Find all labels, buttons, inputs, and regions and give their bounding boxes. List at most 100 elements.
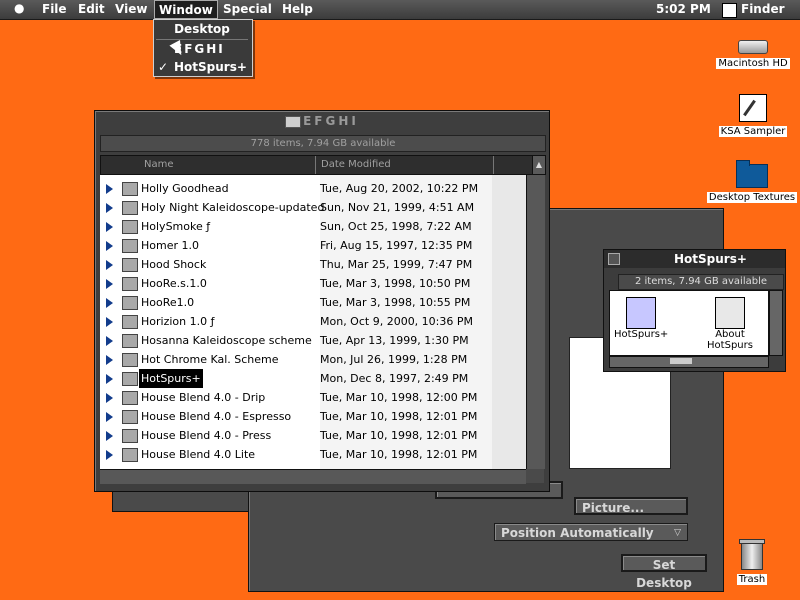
desktop-icon-ksa-sampler[interactable]: KSA Sampler: [716, 94, 790, 137]
disclosure-triangle-icon[interactable]: [106, 336, 113, 346]
disclosure-triangle-icon[interactable]: [106, 260, 113, 270]
table-row[interactable]: House Blend 4.0 Lite Tue, Mar 10, 1998, 1…: [100, 445, 526, 464]
finder-app-icon[interactable]: [722, 3, 737, 18]
table-row[interactable]: Holly Goodhead Tue, Aug 20, 2002, 10:22 P…: [100, 179, 526, 198]
column-header-name[interactable]: Name: [144, 159, 174, 170]
list-column-header: Name Date Modified: [100, 155, 534, 175]
hotspurs-content-area[interactable]: HotSpurs+ About HotSpurs: [609, 290, 769, 356]
disclosure-triangle-icon[interactable]: [106, 431, 113, 441]
menu-bar: ● File Edit View Window Special Help 5:0…: [0, 0, 800, 20]
set-desktop-button[interactable]: Set Desktop: [621, 554, 707, 590]
file-label: HotSpurs+: [614, 329, 669, 340]
row-date: Sun, Oct 25, 1998, 7:22 AM: [320, 220, 472, 233]
disclosure-triangle-icon[interactable]: [106, 203, 113, 213]
menu-clock[interactable]: 5:02 PM: [656, 2, 711, 16]
desktop-icon-desktop-textures[interactable]: Desktop Textures: [706, 160, 798, 203]
disclosure-triangle-icon[interactable]: [106, 184, 113, 194]
column-divider[interactable]: [493, 156, 494, 174]
folder-icon: [122, 220, 138, 234]
file-icon-hotspurs-app[interactable]: HotSpurs+: [614, 297, 668, 340]
document-icon: [715, 297, 745, 329]
sort-direction-button[interactable]: ▲: [532, 155, 546, 175]
table-row[interactable]: HotSpurs+ Mon, Dec 8, 1997, 2:49 PM: [100, 369, 526, 388]
disclosure-triangle-icon[interactable]: [106, 241, 113, 251]
window-menu-item-desktop[interactable]: Desktop: [154, 20, 250, 38]
horizontal-scrollbar[interactable]: [609, 356, 769, 368]
vertical-scrollbar[interactable]: [769, 290, 783, 356]
efghi-folder-window[interactable]: EFGHI 778 items, 7.94 GB available Name …: [94, 110, 550, 492]
row-name: Horizion 1.0 ƒ: [141, 315, 215, 328]
row-date: Mon, Oct 9, 2000, 10:36 PM: [320, 315, 474, 328]
menu-help[interactable]: Help: [282, 2, 313, 16]
folder-icon: [122, 258, 138, 272]
table-row[interactable]: Homer 1.0 Fri, Aug 15, 1997, 12:35 PM: [100, 236, 526, 255]
disclosure-triangle-icon[interactable]: [106, 317, 113, 327]
table-row[interactable]: House Blend 4.0 - Drip Tue, Mar 10, 1998,…: [100, 388, 526, 407]
row-name: HooRe.s.1.0: [141, 277, 207, 290]
disclosure-triangle-icon[interactable]: [106, 298, 113, 308]
desktop-icon-trash[interactable]: Trash: [726, 539, 778, 585]
disclosure-triangle-icon[interactable]: [106, 222, 113, 232]
apple-menu-icon[interactable]: ●: [14, 1, 24, 15]
column-header-date[interactable]: Date Modified: [321, 159, 391, 170]
row-date: Tue, Mar 10, 1998, 12:01 PM: [320, 448, 478, 461]
hotspurs-folder-window[interactable]: HotSpurs+ 2 items, 7.94 GB available Hot…: [603, 249, 786, 372]
menu-view[interactable]: View: [115, 2, 147, 16]
row-name: Homer 1.0: [141, 239, 199, 252]
table-row[interactable]: Hosanna Kaleidoscope scheme Tue, Apr 13, …: [100, 331, 526, 350]
disclosure-triangle-icon[interactable]: [106, 279, 113, 289]
table-row[interactable]: Holy Night Kaleidoscope-updated Sun, Nov …: [100, 198, 526, 217]
row-date: Thu, Mar 25, 1999, 7:47 PM: [320, 258, 473, 271]
table-row[interactable]: House Blend 4.0 - Press Tue, Mar 10, 1998…: [100, 426, 526, 445]
file-label: About HotSpurs: [707, 329, 753, 351]
position-select-value: Position Automatically: [501, 526, 654, 540]
table-row[interactable]: Hood Shock Thu, Mar 25, 1999, 7:47 PM: [100, 255, 526, 274]
menu-file[interactable]: File: [42, 2, 67, 16]
row-date: Tue, Mar 3, 1998, 10:50 PM: [320, 277, 471, 290]
menu-edit[interactable]: Edit: [78, 2, 105, 16]
table-row[interactable]: Horizion 1.0 ƒ Mon, Oct 9, 2000, 10:36 PM: [100, 312, 526, 331]
desktop-icon-label: Macintosh HD: [716, 58, 790, 69]
folder-icon: [122, 201, 138, 215]
row-name: House Blend 4.0 - Press: [141, 429, 272, 442]
resize-handle-icon[interactable]: [526, 469, 544, 483]
horizontal-scrollbar[interactable]: [100, 469, 526, 484]
window-status: 778 items, 7.94 GB available: [100, 135, 546, 152]
window-menu-item-efghi[interactable]: EFGHI: [154, 40, 250, 58]
disclosure-triangle-icon[interactable]: [106, 412, 113, 422]
desktop-icon-macintosh-hd[interactable]: Macintosh HD: [716, 40, 790, 69]
position-select[interactable]: Position Automatically ▽: [494, 523, 688, 541]
table-row[interactable]: House Blend 4.0 - Espresso Tue, Mar 10, 1…: [100, 407, 526, 426]
row-date: Mon, Dec 8, 1997, 2:49 PM: [320, 372, 469, 385]
efghi-title-bar[interactable]: EFGHI: [95, 111, 549, 131]
vertical-scrollbar[interactable]: [526, 175, 545, 469]
picture-button[interactable]: Picture...: [574, 497, 688, 515]
column-divider[interactable]: [315, 156, 316, 174]
row-name: Hood Shock: [141, 258, 207, 271]
row-date: Fri, Aug 15, 1997, 12:35 PM: [320, 239, 473, 252]
folder-icon: [122, 410, 138, 424]
window-menu-item-hotspurs[interactable]: HotSpurs+: [154, 58, 250, 76]
menu-window[interactable]: Window: [154, 0, 218, 19]
file-icon-about-hotspurs[interactable]: About HotSpurs: [692, 297, 768, 351]
table-row[interactable]: HolySmoke ƒ Sun, Oct 25, 1998, 7:22 AM: [100, 217, 526, 236]
hotspurs-title-bar[interactable]: HotSpurs+: [604, 250, 785, 268]
window-title: EFGHI: [303, 114, 359, 128]
file-list[interactable]: Holly Goodhead Tue, Aug 20, 2002, 10:22 P…: [100, 175, 526, 469]
table-row[interactable]: HooRe1.0 Tue, Mar 3, 1998, 10:55 PM: [100, 293, 526, 312]
disclosure-triangle-icon[interactable]: [106, 393, 113, 403]
application-menu-label[interactable]: Finder: [741, 2, 785, 16]
folder-icon: [122, 353, 138, 367]
close-box-icon[interactable]: [608, 253, 620, 265]
folder-icon: [736, 160, 768, 188]
window-title: HotSpurs+: [674, 252, 747, 266]
row-name: Hosanna Kaleidoscope scheme: [141, 334, 312, 347]
row-name: House Blend 4.0 - Drip: [141, 391, 266, 404]
desktop-icon-label: Trash: [736, 574, 768, 585]
menu-special[interactable]: Special: [223, 2, 272, 16]
disclosure-triangle-icon[interactable]: [106, 355, 113, 365]
disclosure-triangle-icon[interactable]: [106, 374, 113, 384]
table-row[interactable]: Hot Chrome Kal. Scheme Mon, Jul 26, 1999,…: [100, 350, 526, 369]
disclosure-triangle-icon[interactable]: [106, 450, 113, 460]
table-row[interactable]: HooRe.s.1.0 Tue, Mar 3, 1998, 10:50 PM: [100, 274, 526, 293]
